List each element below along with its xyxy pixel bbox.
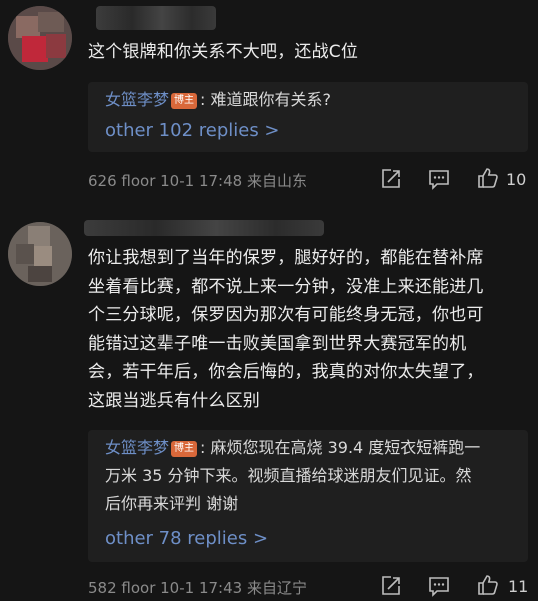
comment-text-line: 这跟当逃兵有什么区别 [88, 390, 260, 411]
comment-meta: 626 floor 10-1 17:48 来自山东 [88, 172, 307, 190]
reply-content: : 麻烦您现在高烧 39.4 度短衣短裤跑一 [200, 438, 481, 457]
thumbs-up-icon[interactable] [476, 166, 500, 194]
author-badge: 博主 [171, 93, 198, 109]
reply-box[interactable]: 女篮李梦 博主: 难道跟你有关系? other 102 replies > [88, 82, 528, 152]
avatar[interactable] [8, 6, 72, 70]
comment-text-line: 会，若干年后，你会后悔的，我真的对你太失望了， [88, 362, 484, 382]
author-badge: 博主 [171, 441, 198, 457]
reply-box[interactable]: 女篮李梦 博主: 麻烦您现在高烧 39.4 度短衣短裤跑一 万米 35 分钟下来。… [88, 430, 528, 562]
username-blurred[interactable] [84, 220, 324, 236]
comment-text: 你让我想到了当年的保罗，腿好好的，都能在替补席 坐着看比赛，都不说上来一分钟，没… [88, 244, 528, 415]
avatar[interactable] [8, 222, 72, 286]
reply-text-line: 后你再来评判 谢谢 [105, 494, 239, 513]
comment-text-line: 你让我想到了当年的保罗，腿好好的，都能在替补席 [88, 248, 484, 268]
thumbs-up-icon[interactable] [476, 573, 500, 601]
comment-icon[interactable] [428, 575, 450, 601]
share-icon[interactable] [380, 575, 402, 601]
more-replies-link[interactable]: other 102 replies > [105, 120, 280, 141]
more-replies-link[interactable]: other 78 replies > [105, 528, 268, 549]
reply-text: 女篮李梦 博主: 难道跟你有关系? [105, 86, 515, 114]
like-count: 10 [506, 170, 527, 189]
reply-author[interactable]: 女篮李梦 [105, 438, 169, 457]
share-icon[interactable] [380, 168, 402, 194]
reply-author[interactable]: 女篮李梦 [105, 90, 169, 109]
reply-text-line: 万米 35 分钟下来。视频直播给球迷朋友们见证。然 [105, 466, 472, 485]
comment-text-line: 个三分球呢，保罗因为那次有可能终身无冠，你也可 [88, 305, 484, 325]
comment-text-line: 坐着看比赛，都不说上来一分钟，没准上来还能进几 [88, 276, 484, 297]
comment-icon[interactable] [428, 168, 450, 194]
comment-meta: 582 floor 10-1 17:43 来自辽宁 [88, 579, 307, 597]
comment-text: 这个银牌和你关系不大吧，还战C位 [88, 42, 359, 62]
comment-text-line: 能错过这辈子唯一击败美国拿到世界大赛冠军的机 [88, 333, 467, 354]
like-count: 11 [508, 577, 529, 596]
username-blurred[interactable] [96, 6, 216, 30]
reply-content: : 难道跟你有关系? [200, 90, 331, 109]
reply-text: 女篮李梦 博主: 麻烦您现在高烧 39.4 度短衣短裤跑一 [105, 434, 515, 462]
